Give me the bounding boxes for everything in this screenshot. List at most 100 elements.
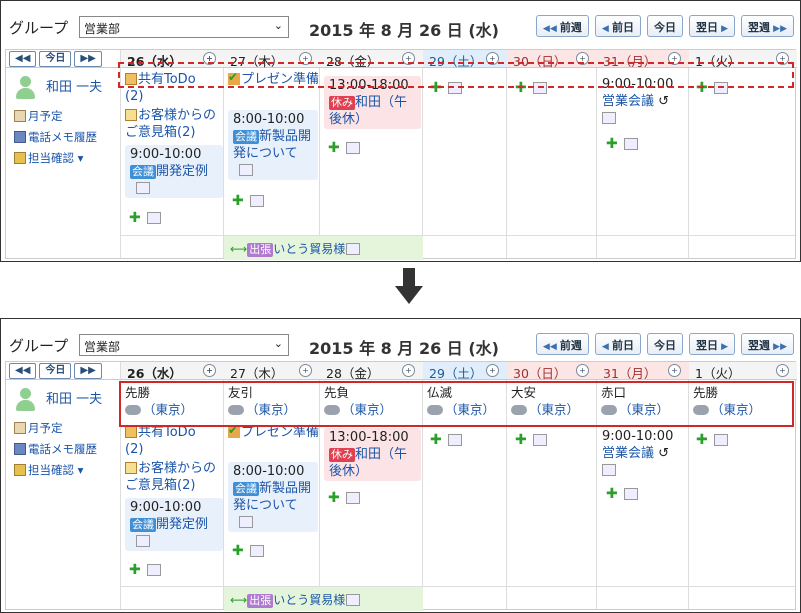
- day-header[interactable]: 31（月） +: [597, 362, 689, 381]
- attendee-icon: [239, 516, 253, 528]
- trip-event[interactable]: ⟷ 出張 いとう貿易様: [224, 236, 423, 260]
- banner-row: [121, 586, 795, 611]
- todo-icon: [125, 426, 137, 438]
- new-doc-icon[interactable]: [623, 488, 638, 500]
- plus-icon[interactable]: ✚: [232, 193, 244, 210]
- todo-event[interactable]: 共有ToDo (2): [125, 424, 223, 458]
- day-header[interactable]: 27（木） +: [224, 362, 320, 381]
- add-schedule-icon[interactable]: +: [299, 364, 312, 377]
- new-doc-icon[interactable]: [532, 434, 547, 446]
- new-doc-icon[interactable]: [345, 492, 360, 504]
- today-button[interactable]: 今日: [646, 333, 683, 355]
- calendar-icon: [14, 422, 26, 434]
- note-icon: [125, 462, 137, 474]
- day-header[interactable]: 30（日） +: [507, 362, 597, 381]
- next-day-button[interactable]: 翌日 ▶: [688, 15, 736, 37]
- nav-buttons: ◀◀ 前週 ◀ 前日 今日 翌日 ▶ 翌週 ▶▶: [535, 333, 794, 355]
- day-header[interactable]: 1（火） +: [689, 362, 797, 381]
- new-doc-icon[interactable]: [713, 434, 728, 446]
- user-info: 和田 一夫 月予定 電話メモ履歴 担当確認 ▾: [14, 76, 119, 169]
- day-header[interactable]: 28（金） +: [320, 362, 423, 381]
- add-schedule-icon[interactable]: +: [486, 364, 499, 377]
- phone-memo-icon: [14, 131, 26, 143]
- check-icon: [228, 422, 240, 439]
- attendee-icon: [602, 464, 616, 476]
- plus-icon[interactable]: ✚: [430, 432, 442, 449]
- group-label: グループ: [9, 19, 69, 37]
- add-row: ✚: [606, 136, 638, 153]
- feedback-event[interactable]: お客様からのご意見箱(2): [125, 460, 223, 494]
- prev-day-button[interactable]: ◀ 前日: [594, 333, 641, 355]
- plus-icon[interactable]: ✚: [515, 432, 527, 449]
- plus-icon[interactable]: ✚: [232, 543, 244, 560]
- prev-day-button[interactable]: ◀ 前日: [594, 15, 641, 37]
- month-link[interactable]: 月予定: [14, 106, 119, 127]
- tanto-link[interactable]: 担当確認 ▾: [14, 148, 119, 169]
- new-doc-icon[interactable]: [447, 434, 462, 446]
- add-row: ✚: [606, 486, 638, 503]
- plus-icon[interactable]: ✚: [606, 136, 618, 153]
- next-week-button[interactable]: 翌週 ▶▶: [741, 333, 794, 355]
- trip-event[interactable]: ⟷ 出張 いとう貿易様: [224, 587, 423, 611]
- add-schedule-icon[interactable]: +: [576, 364, 589, 377]
- nav-buttons: ◀◀ 前週 ◀ 前日 今日 翌日 ▶ 翌週 ▶▶: [535, 15, 794, 37]
- plus-icon[interactable]: ✚: [129, 210, 141, 227]
- attendee-icon: [136, 182, 150, 194]
- tanto-link[interactable]: 担当確認 ▾: [14, 460, 119, 481]
- day-header[interactable]: 26（水） +: [121, 362, 224, 381]
- add-row: ✚: [328, 140, 360, 157]
- attendee-icon: [136, 535, 150, 547]
- new-doc-icon[interactable]: [249, 545, 264, 557]
- attendee-icon: [346, 243, 361, 255]
- highlight-dashed: [118, 62, 794, 88]
- add-schedule-icon[interactable]: +: [402, 364, 415, 377]
- add-schedule-icon[interactable]: +: [776, 364, 789, 377]
- schedule-event[interactable]: 9:00-10:00 会議 開発定例: [125, 145, 223, 198]
- add-schedule-icon[interactable]: +: [203, 364, 216, 377]
- attendee-icon: [346, 594, 361, 606]
- plus-icon[interactable]: ✚: [129, 562, 141, 579]
- avatar: [14, 76, 36, 100]
- schedule-event[interactable]: 8:00-10:00 会議 新製品開発について: [228, 462, 318, 532]
- next-day-button[interactable]: 翌日 ▶: [688, 333, 736, 355]
- group-select[interactable]: 営業部 ⌄: [79, 334, 289, 356]
- add-row: ✚: [129, 210, 161, 227]
- phone-memo-link[interactable]: 電話メモ履歴: [14, 439, 119, 460]
- schedule-event[interactable]: 9:00-10:00 会議 開発定例: [125, 498, 223, 551]
- plus-icon[interactable]: ✚: [696, 432, 708, 449]
- new-doc-icon[interactable]: [249, 195, 264, 207]
- plus-icon[interactable]: ✚: [606, 486, 618, 503]
- today-button[interactable]: 今日: [646, 15, 683, 37]
- plus-icon[interactable]: ✚: [328, 490, 340, 507]
- banner-row: [121, 235, 795, 260]
- plus-icon[interactable]: ✚: [328, 140, 340, 157]
- schedule-event[interactable]: 9:00-10:00 営業会議 ↺: [602, 428, 687, 479]
- check-icon: [14, 464, 26, 476]
- next-week-button[interactable]: 翌週 ▶▶: [741, 15, 794, 37]
- prev-week-button[interactable]: ◀◀ 前週: [535, 333, 589, 355]
- schedule-event[interactable]: 13:00-18:00 休み 和田（午後休）: [324, 428, 421, 481]
- phone-memo-link[interactable]: 電話メモ履歴: [14, 127, 119, 148]
- add-schedule-icon[interactable]: +: [668, 364, 681, 377]
- new-doc-icon[interactable]: [146, 212, 161, 224]
- user-name[interactable]: 和田 一夫: [46, 80, 102, 95]
- new-doc-icon[interactable]: [146, 564, 161, 576]
- prev-week-button[interactable]: ◀◀ 前週: [535, 15, 589, 37]
- new-doc-icon[interactable]: [623, 138, 638, 150]
- new-doc-icon[interactable]: [345, 142, 360, 154]
- date-title: 2015 年 8 月 26 日 (水): [309, 21, 499, 40]
- note-icon: [125, 109, 137, 121]
- attendee-icon: [239, 164, 253, 176]
- user-name[interactable]: 和田 一夫: [46, 392, 102, 407]
- schedule-event[interactable]: 8:00-10:00 会議 新製品開発について: [228, 110, 318, 180]
- calendar-icon: [14, 110, 26, 122]
- month-link[interactable]: 月予定: [14, 418, 119, 439]
- add-row: ✚: [232, 193, 264, 210]
- add-row: ✚: [430, 432, 462, 449]
- group-select[interactable]: 営業部 ⌄: [79, 16, 289, 38]
- date-title: 2015 年 8 月 26 日 (水): [309, 339, 499, 358]
- add-row: ✚: [129, 562, 161, 579]
- day-header[interactable]: 29（土） +: [423, 362, 507, 381]
- feedback-event[interactable]: お客様からのご意見箱(2): [125, 107, 223, 141]
- add-row: ✚: [696, 432, 728, 449]
